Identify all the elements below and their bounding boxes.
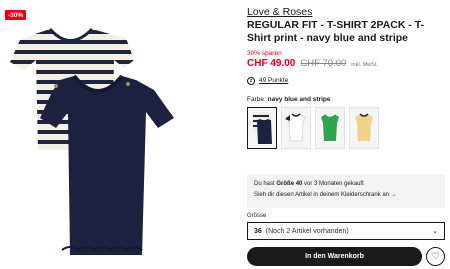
color-label: Farbe: navy blue and stripe bbox=[247, 96, 330, 103]
discount-text: 30% sparen bbox=[247, 49, 282, 57]
selected-color-name: navy blue and stripe bbox=[267, 96, 331, 103]
color-swatch-white[interactable] bbox=[281, 107, 311, 149]
hint-size: Größe 40 bbox=[276, 181, 303, 187]
add-to-cart-button[interactable]: In den Warenkorb bbox=[247, 247, 422, 266]
loyalty-points[interactable]: Z 49 Punkte bbox=[247, 76, 445, 85]
swatch-image-white bbox=[285, 113, 306, 142]
color-swatch-navy-stripe[interactable] bbox=[247, 107, 277, 149]
product-info: Love & Roses REGULAR FIT - T-SHIRT 2PACK… bbox=[247, 6, 445, 85]
swatch-image-navy-stripe bbox=[253, 112, 272, 144]
current-price: CHF 49.00 bbox=[247, 57, 296, 69]
color-swatches bbox=[247, 107, 379, 149]
points-icon: Z bbox=[247, 76, 255, 85]
chevron-down-icon: ⌄ bbox=[432, 228, 438, 235]
color-swatch-yellow[interactable] bbox=[349, 107, 379, 149]
product-image-gallery[interactable]: -30% bbox=[0, 0, 240, 269]
swatch-image-yellow bbox=[355, 113, 373, 141]
hint-pre: Du hast bbox=[254, 181, 275, 187]
swatch-image-green bbox=[321, 113, 339, 141]
purchase-history-line: Du hast Größe 40 vor 3 Monaten gekauft bbox=[254, 179, 438, 190]
brand-link[interactable]: Love & Roses bbox=[247, 6, 445, 18]
vat-note: inkl. MwSt. bbox=[351, 61, 378, 68]
product-title: REGULAR FIT - T-SHIRT 2PACK - T-Shirt pr… bbox=[247, 19, 425, 44]
color-swatch-green[interactable] bbox=[315, 107, 345, 149]
price-row: CHF 49.00 CHF 70.00 inkl. MwSt. bbox=[247, 58, 445, 69]
points-label[interactable]: 49 Punkte bbox=[259, 77, 288, 84]
heart-icon: ♡ bbox=[431, 251, 440, 261]
wardrobe-link[interactable]: Sieh dir diesen Artikel in deinem Kleide… bbox=[254, 190, 438, 201]
original-price: CHF 70.00 bbox=[300, 57, 347, 69]
hint-post: vor 3 Monaten gekauft bbox=[304, 181, 364, 187]
size-stock-note: (Noch 2 Artikel vorhanden) bbox=[265, 227, 349, 235]
purchase-history-hint: Du hast Größe 40 vor 3 Monaten gekauft S… bbox=[247, 174, 445, 208]
size-select[interactable]: 36 (Noch 2 Artikel vorhanden) ⌄ bbox=[247, 222, 445, 240]
size-value: 36 bbox=[254, 227, 262, 235]
wishlist-button[interactable]: ♡ bbox=[426, 247, 445, 266]
color-label-prefix: Farbe: bbox=[247, 96, 266, 103]
discount-badge: -30% bbox=[5, 10, 27, 20]
size-label: Grösse bbox=[247, 213, 267, 219]
product-image bbox=[10, 27, 174, 255]
